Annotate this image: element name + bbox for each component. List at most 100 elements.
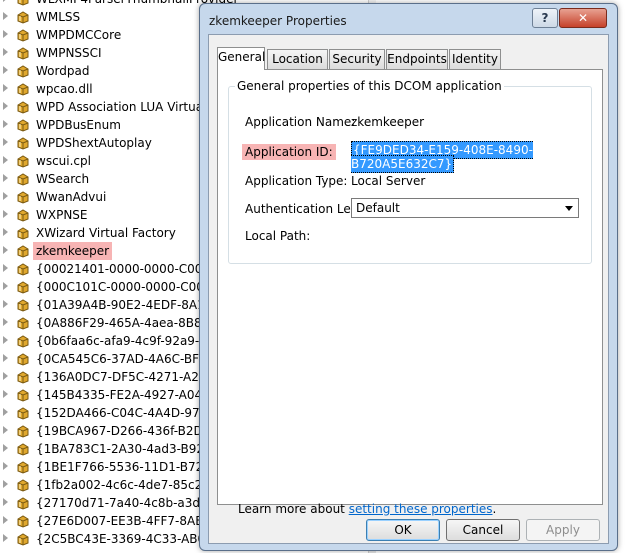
expand-arrow-icon[interactable] [3,408,8,416]
expand-arrow-icon[interactable] [3,516,8,524]
authentication-level-select[interactable]: Default [351,198,579,218]
application-type-value: Local Server [351,174,426,188]
component-box-icon [16,280,30,294]
component-box-icon [16,28,30,42]
tree-item-label: {0CA545C6-37AD-4A6C-BF92-9 [36,352,227,366]
tab-security[interactable]: Security [329,49,385,69]
expand-arrow-icon[interactable] [3,534,8,542]
component-box-icon [16,514,30,528]
tree-item-label: Wordpad [36,64,90,78]
tree-item-label: WPD Association LUA Virtual Fa [36,100,224,114]
authentication-level-selected: Default [356,201,400,215]
expand-arrow-icon[interactable] [3,426,8,434]
component-box-icon [16,46,30,60]
expand-arrow-icon[interactable] [3,444,8,452]
tree-item-label: WMPNSSCI [36,46,102,60]
expand-arrow-icon[interactable] [3,48,8,56]
expand-arrow-icon[interactable] [3,120,8,128]
tree-item-label: WSearch [36,172,90,186]
component-box-icon [16,334,30,348]
expand-arrow-icon[interactable] [3,174,8,182]
application-name-label: Application Name: [245,115,356,129]
expand-arrow-icon[interactable] [3,300,8,308]
application-id-selection[interactable]: {FE9DED34-E159-408E-8490-B720A5E632C7} [351,141,533,173]
component-box-icon [16,244,30,258]
component-box-icon [16,460,30,474]
help-button[interactable]: ? [532,8,558,28]
expand-arrow-icon[interactable] [3,228,8,236]
expand-arrow-icon[interactable] [3,12,8,20]
tree-item-label: WMLSS [36,10,81,24]
expand-arrow-icon[interactable] [3,246,8,254]
expand-arrow-icon[interactable] [3,480,8,488]
component-box-icon [16,10,30,24]
expand-arrow-icon[interactable] [3,462,8,470]
component-box-icon [16,0,30,6]
expand-arrow-icon[interactable] [3,156,8,164]
component-box-icon [16,118,30,132]
component-box-icon [16,100,30,114]
learn-more-text: Learn more about setting these propertie… [238,502,496,516]
component-box-icon [16,208,30,222]
tree-item-label: XWizard Virtual Factory [36,226,176,240]
apply-button[interactable]: Apply [526,519,600,541]
chevron-down-icon [565,206,573,211]
component-box-icon [16,442,30,456]
expand-arrow-icon[interactable] [3,30,8,38]
component-box-icon [16,136,30,150]
tab-general[interactable]: General [217,47,265,70]
expand-arrow-icon[interactable] [3,372,8,380]
component-box-icon [16,82,30,96]
expand-arrow-icon[interactable] [3,318,8,326]
close-button[interactable]: ✕ [559,8,607,28]
component-box-icon [16,262,30,276]
tree-item-label: WXPNSE [36,208,88,222]
expand-arrow-icon[interactable] [3,0,8,2]
expand-arrow-icon[interactable] [3,102,8,110]
tree-item-label: WPDShextAutoplay [36,136,152,150]
tab-endpoints[interactable]: Endpoints [386,49,448,69]
tree-item-label: wscui.cpl [36,154,91,168]
learn-more-link[interactable]: setting these properties [349,502,493,516]
component-box-icon [16,424,30,438]
expand-arrow-icon[interactable] [3,138,8,146]
component-box-icon [16,388,30,402]
group-title: General properties of this DCOM applicat… [235,79,504,93]
tree-item-label: zkemkeeper [33,242,113,260]
tree-item-label: {2C5BC43E-3369-4C33-AB0C-B [36,532,226,546]
expand-arrow-icon[interactable] [3,210,8,218]
expand-arrow-icon[interactable] [3,336,8,344]
component-box-icon [16,64,30,78]
component-box-icon [16,478,30,492]
cancel-button[interactable]: Cancel [446,519,520,541]
expand-arrow-icon[interactable] [3,390,8,398]
expand-arrow-icon[interactable] [3,264,8,272]
application-id-value[interactable]: {FE9DED34-E159-408E-8490-B720A5E632C7} [351,141,591,173]
tree-item-label: WwanAdvui [36,190,107,204]
application-id-label: Application ID: [242,144,336,160]
tree-item-label: WMPDMCCore [36,28,122,42]
expand-arrow-icon[interactable] [3,192,8,200]
expand-arrow-icon[interactable] [3,498,8,506]
expand-arrow-icon[interactable] [3,84,8,92]
component-box-icon [16,190,30,204]
application-type-label: Application Type: [245,174,348,188]
tab-identity[interactable]: Identity [449,49,501,69]
learn-more-suffix: . [492,502,497,516]
learn-more-prefix: Learn more about [238,502,349,516]
component-box-icon [16,154,30,168]
dialog-title: zkemkeeper Properties [209,14,347,28]
tree-item-label: WPDBusEnum [36,118,121,132]
component-box-icon [16,406,30,420]
component-box-icon [16,316,30,330]
ok-button[interactable]: OK [366,519,440,541]
component-box-icon [16,532,30,546]
expand-arrow-icon[interactable] [3,282,8,290]
local-path-label: Local Path: [245,229,311,243]
expand-arrow-icon[interactable] [3,66,8,74]
component-box-icon [16,370,30,384]
general-tab-panel: General properties of this DCOM applicat… [217,69,603,516]
tab-location[interactable]: Location [267,49,328,69]
dialog-body: General Location Security Endpoints Iden… [208,34,609,544]
expand-arrow-icon[interactable] [3,354,8,362]
